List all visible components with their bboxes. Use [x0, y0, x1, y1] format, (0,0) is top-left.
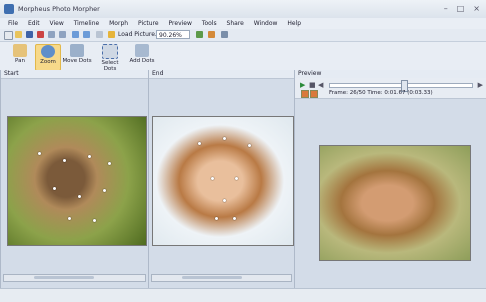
scroll-thumb[interactable] — [182, 276, 242, 279]
end-panel-title: End — [149, 70, 294, 79]
playback-controls: ▶ ■ ◀ ▶ Frame: 26/50 Time: 0:01.67 (0:03… — [295, 78, 486, 99]
morph-dot[interactable] — [223, 137, 226, 140]
timeline-slider[interactable] — [329, 80, 473, 92]
end-image[interactable] — [152, 116, 294, 246]
magnifier-icon — [41, 45, 55, 58]
main-toolbar: Load Picture... 90.26% — [0, 29, 486, 42]
end-panel: End — [148, 70, 294, 288]
morph-dot[interactable] — [88, 155, 91, 158]
stop-icon[interactable]: ■ — [309, 81, 316, 89]
menu-morph[interactable]: Morph — [109, 18, 128, 29]
add-dots-icon — [135, 44, 149, 57]
close-button[interactable]: × — [473, 4, 480, 13]
start-horizontal-scrollbar[interactable] — [3, 274, 146, 282]
zoom-tool[interactable]: Zoom — [35, 44, 61, 71]
morph-dot[interactable] — [211, 177, 214, 180]
menu-share[interactable]: Share — [227, 18, 244, 29]
select-dots-tool[interactable]: Select Dots — [95, 44, 125, 72]
move-dots-icon — [70, 44, 84, 57]
minimize-button[interactable]: – — [444, 4, 448, 13]
scroll-thumb[interactable] — [34, 276, 94, 279]
start-image[interactable] — [7, 116, 147, 246]
app-icon — [4, 4, 14, 14]
window-controls: – □ × — [444, 4, 480, 13]
morph-dot[interactable] — [78, 195, 81, 198]
move-dots-label: Move Dots — [62, 58, 92, 64]
undo-icon[interactable] — [48, 31, 55, 38]
morph-dot[interactable] — [223, 199, 226, 202]
pan-tool[interactable]: Pan — [8, 44, 32, 69]
morph-dot[interactable] — [198, 142, 201, 145]
menu-edit[interactable]: Edit — [28, 18, 40, 29]
redo-icon[interactable] — [59, 31, 66, 38]
play-icon[interactable]: ▶ — [300, 81, 305, 89]
title-bar: Morpheus Photo Morpher – □ × — [0, 0, 486, 19]
fast-forward-icon[interactable]: ▶ — [478, 81, 483, 89]
new-file-icon[interactable] — [4, 31, 13, 40]
menu-help[interactable]: Help — [287, 18, 301, 29]
rewind-icon[interactable]: ◀ — [318, 81, 323, 89]
add-dots-tool[interactable]: Add Dots — [128, 44, 156, 69]
load-picture-button[interactable]: Load Picture... — [118, 31, 161, 38]
select-dots-icon — [102, 44, 118, 59]
load-picture-icon[interactable] — [108, 31, 115, 38]
menu-picture[interactable]: Picture — [138, 18, 159, 29]
menu-timeline[interactable]: Timeline — [74, 18, 100, 29]
preview-image — [319, 145, 471, 261]
cut-icon[interactable] — [37, 31, 44, 38]
morph-dot[interactable] — [248, 144, 251, 147]
frame-info: Frame: 26/50 Time: 0:01.67 (0:03.33) — [329, 90, 433, 96]
menu-view[interactable]: View — [50, 18, 64, 29]
hand-icon — [13, 44, 27, 57]
paste-icon[interactable] — [83, 31, 90, 38]
morph-dot[interactable] — [103, 189, 106, 192]
start-frame-icon[interactable] — [301, 90, 309, 98]
zoom-label: Zoom — [40, 59, 56, 65]
tools-toolbar: Pan Zoom Move Dots Select Dots Add Dots — [0, 42, 486, 72]
start-panel: Start — [0, 70, 148, 288]
menu-bar: File Edit View Timeline Morph Picture Pr… — [0, 18, 486, 29]
end-frame-icon[interactable] — [310, 90, 318, 98]
copy-icon[interactable] — [72, 31, 79, 38]
morph-dot[interactable] — [235, 177, 238, 180]
menu-file[interactable]: File — [8, 18, 18, 29]
delete-icon[interactable] — [96, 31, 103, 38]
crop-icon[interactable] — [208, 31, 215, 38]
morph-dot[interactable] — [108, 162, 111, 165]
move-dots-tool[interactable]: Move Dots — [62, 44, 92, 69]
morph-dot[interactable] — [233, 217, 236, 220]
morph-dot[interactable] — [53, 187, 56, 190]
end-horizontal-scrollbar[interactable] — [151, 274, 292, 282]
window-title: Morpheus Photo Morpher — [18, 5, 100, 13]
morph-dot[interactable] — [38, 152, 41, 155]
fit-icon[interactable] — [196, 31, 203, 38]
menu-preview[interactable]: Preview — [169, 18, 192, 29]
menu-window[interactable]: Window — [254, 18, 278, 29]
morph-dot[interactable] — [63, 159, 66, 162]
maximize-button[interactable]: □ — [457, 4, 465, 13]
add-dots-label: Add Dots — [129, 58, 155, 64]
preview-panel: Preview ▶ ■ ◀ ▶ Frame: 26/50 Time: 0:01.… — [294, 70, 486, 288]
save-icon[interactable] — [26, 31, 33, 38]
morph-dot[interactable] — [68, 217, 71, 220]
zoom-input[interactable]: 90.26% — [156, 30, 190, 39]
start-panel-title: Start — [1, 70, 148, 79]
status-bar — [0, 288, 486, 302]
menu-tools[interactable]: Tools — [202, 18, 217, 29]
morph-dot[interactable] — [215, 217, 218, 220]
morph-dot[interactable] — [93, 219, 96, 222]
pan-label: Pan — [15, 58, 25, 64]
settings-icon[interactable] — [221, 31, 228, 38]
open-folder-icon[interactable] — [15, 31, 22, 38]
